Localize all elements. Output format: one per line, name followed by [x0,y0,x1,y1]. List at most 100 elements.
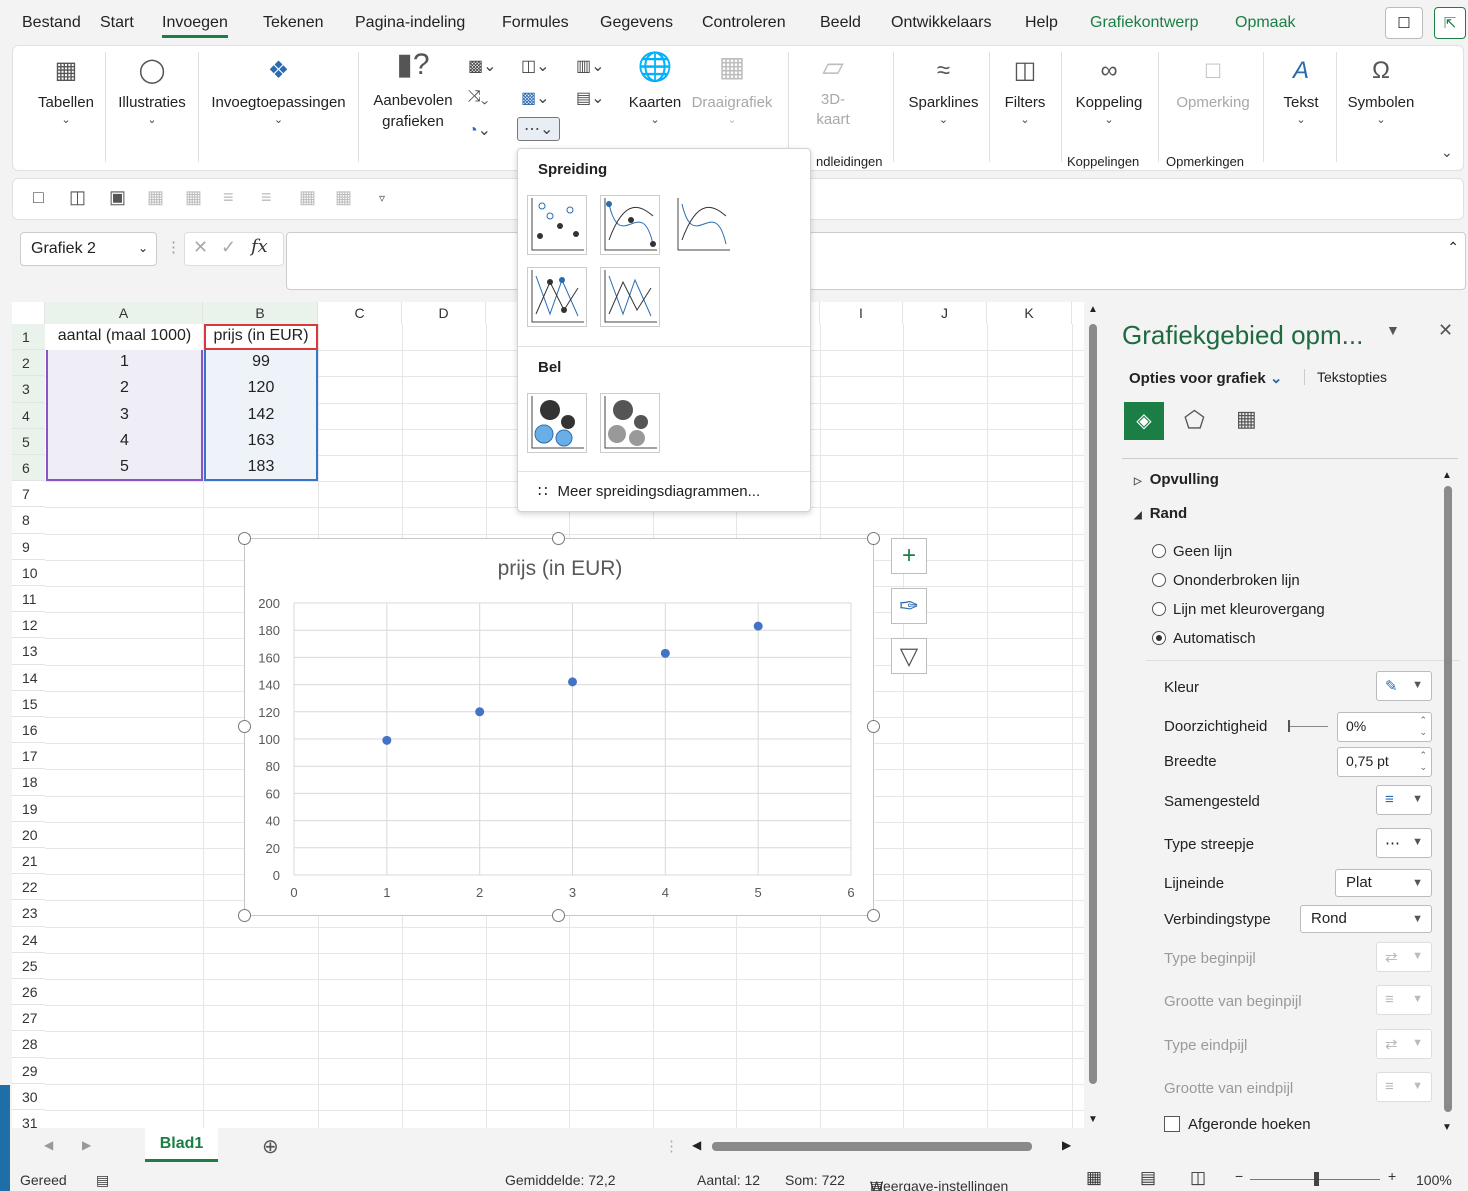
resize-handle[interactable] [867,720,880,733]
new-file-icon[interactable]: □ [33,187,44,208]
row-header[interactable]: 7 [12,481,45,508]
grootte-eindpijl-picker[interactable]: ≡ ▼ [1376,1072,1432,1102]
page-break-icon[interactable]: ◫ [1190,1168,1206,1188]
row-header[interactable]: 24 [12,927,45,953]
scroll-right-icon[interactable]: ▶ [1062,1138,1071,1152]
row-header[interactable]: 29 [12,1058,45,1084]
column-header[interactable]: A [45,302,203,324]
bubble-3d-option[interactable] [600,393,660,453]
scroll-up-icon[interactable]: ▲ [1088,304,1098,315]
zoom-slider-thumb[interactable] [1314,1172,1319,1186]
resize-handle[interactable] [238,532,251,545]
zoom-level[interactable]: 100% [1416,1172,1452,1188]
row-header[interactable]: 13 [12,638,45,665]
grid-icon[interactable]: ▦ [299,187,316,208]
column-chart-icon[interactable]: ▩⌄ [468,56,497,76]
breedte-input[interactable]: 0,75 pt ⌃ ⌄ [1337,747,1432,777]
tab-pagina-indeling[interactable]: Pagina-indeling [355,14,465,32]
status-sum[interactable]: Som: 722 [785,1172,845,1188]
row-header[interactable]: 6 [12,455,45,482]
table-grid-icon[interactable]: ▦ [335,187,352,208]
radio-lijn-met-kleurovergang[interactable]: Lijn met kleurovergang [1152,601,1325,618]
tabellen-button[interactable]: ▦ Tabellen ⌄ [31,58,101,127]
row-header[interactable]: 8 [12,507,45,534]
tab-start[interactable]: Start [100,14,134,32]
scrollbar-thumb[interactable] [1089,324,1097,1084]
confirm-icon[interactable]: ✓ [221,237,236,258]
row-header[interactable]: 25 [12,953,45,979]
zoom-out-icon[interactable]: − [1235,1168,1243,1184]
cell-b1[interactable]: prijs (in EUR) [204,324,318,350]
name-box[interactable]: Grafiek 2 ⌄ [20,232,157,266]
chart-elements-button[interactable]: + [891,538,927,574]
cell-a1[interactable]: aantal (maal 1000) [46,324,203,350]
tab-formules[interactable]: Formules [502,14,569,32]
spinner-icon[interactable]: ⌃ ⌄ [1419,714,1427,738]
sparklines-button[interactable]: ≈ Sparklines ⌄ [906,58,981,127]
tab-controleren[interactable]: Controleren [702,14,786,32]
verbindingstype-select[interactable]: Rond ▼ [1300,905,1432,933]
waterfall-chart-icon[interactable]: ▥⌄ [576,56,605,76]
column-header[interactable]: I [820,302,903,324]
tab-gegevens[interactable]: Gegevens [600,14,673,32]
cell-a[interactable]: 2 [46,376,203,402]
chart-area[interactable]: prijs (in EUR) 0 20 40 60 80 100 120 140 160 180 20… [244,538,874,916]
tekst-button[interactable]: A Tekst ⌄ [1271,58,1331,127]
row-header[interactable]: 4 [12,402,45,429]
row-header[interactable]: 14 [12,665,45,691]
cell-a[interactable]: 5 [46,455,203,481]
row-header[interactable]: 16 [12,717,45,744]
scatter-straight-option[interactable] [600,267,660,327]
data-point[interactable] [660,648,670,658]
grootte-beginpijl-picker[interactable]: ≡ ▼ [1376,985,1432,1015]
fx-icon[interactable]: fx [251,236,268,257]
scrollbar-thumb[interactable] [1444,486,1452,1112]
opmerking-button[interactable]: □ Opmerking [1168,58,1258,112]
scatter-markers-option[interactable] [527,195,587,255]
row-header[interactable]: 10 [12,560,45,586]
normal-view-icon[interactable]: ▦ [1086,1168,1102,1188]
vertical-scrollbar[interactable]: ▲ ▼ [1084,302,1102,1128]
collapse-icon[interactable]: ⌃ [1447,239,1459,256]
prev-sheet-icon[interactable]: ◀ [44,1138,53,1152]
row-header[interactable]: 3 [12,376,45,403]
add-sheet-icon[interactable]: ⊕ [262,1134,279,1159]
save-icon[interactable]: ▣ [109,187,126,208]
type-eindpijl-picker[interactable]: ⇄ ▼ [1376,1029,1432,1059]
sheet-tab-blad1[interactable]: Blad1 [145,1128,218,1162]
cell-b[interactable]: 142 [204,403,318,429]
cell-a[interactable]: 4 [46,429,203,455]
column-header[interactable]: J [903,302,987,324]
insert-cols-icon[interactable]: ▦ [185,187,202,208]
bubble-option[interactable] [527,393,587,453]
slider-thumb[interactable] [1288,720,1290,732]
rand-section[interactable]: ◢ Rand [1134,505,1187,522]
resize-handle[interactable] [238,720,251,733]
radio-geen-lijn[interactable]: Geen lijn [1152,543,1232,560]
scatter-straight-markers-option[interactable] [527,267,587,327]
scroll-down-icon[interactable]: ▼ [1088,1114,1098,1125]
zoom-in-icon[interactable]: + [1388,1168,1396,1184]
combo-chart-icon[interactable]: ▤⌄ [576,88,605,108]
comments-button[interactable]: ☐ [1385,7,1423,39]
customize-qat-icon[interactable]: ▿ [379,191,385,205]
row-header[interactable]: 18 [12,769,45,796]
afgeronde-hoeken-checkbox[interactable]: Afgeronde hoeken [1164,1116,1311,1133]
hierarchy-chart-icon[interactable]: ◫⌄ [521,56,550,76]
aanbevolen-grafieken-button[interactable]: ▮? Aanbevolen grafieken [368,50,458,132]
pie-chart-icon[interactable]: ◔⌄ [468,120,491,140]
row-header[interactable]: 19 [12,796,45,822]
scroll-down-icon[interactable]: ▼ [1442,1122,1452,1133]
select-all-corner[interactable] [12,302,45,324]
page-layout-icon[interactable]: ▤ [1140,1168,1156,1188]
tab-ontwikkelaars[interactable]: Ontwikkelaars [891,14,991,32]
type-streepje-picker[interactable]: ⋯ ▼ [1376,828,1432,858]
data-point[interactable] [475,707,485,717]
column-header[interactable]: C [318,302,402,324]
row-header[interactable]: 12 [12,612,45,639]
fill-line-icon[interactable]: ◈ [1124,402,1164,440]
row-header[interactable]: 22 [12,874,45,901]
radio-ononderbroken-lijn[interactable]: Ononderbroken lijn [1152,572,1300,589]
row-header[interactable]: 2 [12,350,45,377]
spinner-icon[interactable]: ⌃ ⌄ [1419,749,1427,773]
